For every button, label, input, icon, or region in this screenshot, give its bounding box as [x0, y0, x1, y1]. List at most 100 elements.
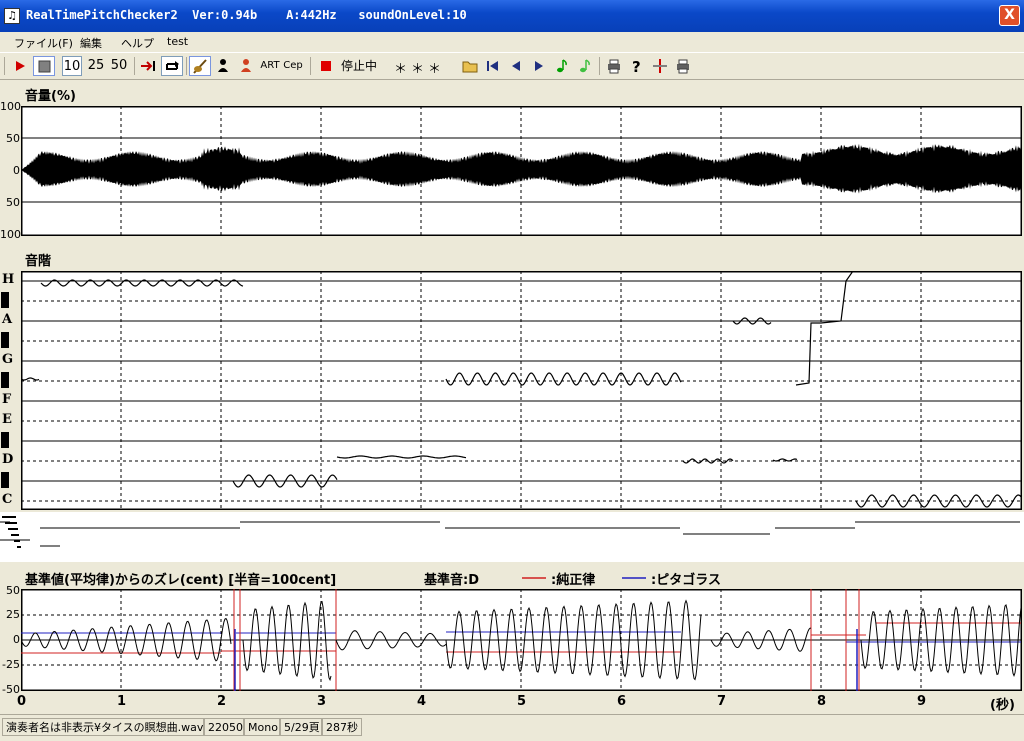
record-icon	[321, 61, 331, 71]
time-label: 1	[117, 694, 127, 709]
violin-icon	[193, 59, 207, 74]
toolbar-separator	[186, 57, 187, 75]
folder-icon	[462, 61, 478, 73]
volume-plot	[21, 106, 1022, 236]
singer-alt-button[interactable]	[236, 56, 256, 76]
strip-mark	[17, 546, 21, 548]
time-label: 0	[17, 694, 27, 709]
violin-button[interactable]	[189, 56, 211, 76]
note-detail-strip	[0, 512, 1024, 562]
play-icon	[16, 61, 25, 71]
time-label: 2	[217, 694, 227, 709]
toolbar: 10 25 50 ART Cep 停止中 ＊＊＊ ?	[0, 53, 1024, 80]
volume-ylabel: 100	[0, 100, 21, 113]
art-button[interactable]: ART	[259, 56, 281, 76]
time-label: 4	[417, 694, 427, 709]
base-note: 基準音:D	[424, 573, 479, 588]
pitch-trace	[336, 455, 467, 459]
music-note-alt-icon	[580, 59, 590, 73]
jump-end-icon	[141, 61, 155, 71]
time-label: 9	[917, 694, 927, 709]
pitch-trace	[795, 271, 854, 386]
status-channels: Mono	[244, 718, 280, 736]
menu-help[interactable]: ヘルプ	[121, 35, 154, 51]
singer-button[interactable]	[213, 56, 233, 76]
title-bar: ♫ RealTimePitchChecker2 Ver:0.94b A:442H…	[0, 0, 1024, 32]
toolbar-separator	[310, 57, 311, 75]
speed-10-button[interactable]: 10	[62, 56, 82, 76]
pitch-trace	[21, 377, 40, 381]
pitch-readout: ＊＊＊	[394, 62, 446, 77]
stop-icon	[38, 60, 51, 73]
loop-button[interactable]	[161, 56, 183, 76]
question-icon: ?	[632, 58, 641, 76]
legend-pyth-label: :ピタゴラス	[651, 573, 721, 588]
skip-first-icon	[487, 61, 498, 71]
time-label: 5	[517, 694, 527, 709]
status-filename: 演奏者名は非表示¥タイスの瞑想曲.wav	[2, 718, 204, 736]
strip-mark	[11, 534, 19, 536]
strip-mark	[2, 516, 16, 518]
speed-50-button[interactable]: 50	[108, 56, 130, 76]
note-green-button[interactable]	[552, 56, 572, 76]
person-icon	[218, 59, 228, 72]
next-icon	[535, 61, 543, 71]
deviation-trace	[242, 600, 332, 682]
stop-button[interactable]	[33, 56, 55, 76]
cep-button[interactable]: Cep	[282, 56, 304, 76]
legend-just-label: :純正律	[551, 573, 596, 588]
record-stop-button[interactable]	[316, 56, 336, 76]
strip-mark	[5, 522, 17, 524]
status-page: 5/29頁	[280, 718, 322, 736]
scale-plot	[21, 271, 1022, 510]
status-duration: 287秒	[322, 718, 362, 736]
help-button[interactable]: ?	[627, 56, 647, 76]
menu-bar: ファイル(F) 編集 ヘルプ test	[0, 32, 1024, 53]
deviation-plot	[21, 589, 1022, 691]
jump-end-button[interactable]	[138, 56, 158, 76]
loop-icon	[166, 61, 179, 70]
open-folder-button[interactable]	[460, 56, 480, 76]
crosshair-icon	[653, 59, 667, 73]
time-label: 8	[817, 694, 827, 709]
pitch-trace	[445, 372, 682, 386]
deviation-ylabel: 0	[13, 633, 20, 646]
scale-title: 音階	[25, 254, 52, 269]
status-samplerate: 22050	[204, 718, 244, 736]
menu-test[interactable]: test	[167, 35, 188, 48]
print-setup-button[interactable]	[673, 56, 693, 76]
deviation-title: 基準値(平均律)からのズレ(cent) [半音=100cent]	[25, 573, 337, 588]
window-title: RealTimePitchChecker2 Ver:0.94b A:442Hz …	[26, 8, 467, 22]
music-note-icon	[557, 59, 567, 73]
strip-mark	[14, 540, 20, 542]
menu-file[interactable]: ファイル(F)	[14, 35, 73, 51]
time-label: 3	[317, 694, 327, 709]
status-text: 停止中	[340, 59, 377, 73]
volume-ylabel: 50	[6, 132, 20, 145]
strip-mark	[8, 528, 18, 530]
speed-25-button[interactable]: 25	[85, 56, 107, 76]
status-bar: 演奏者名は非表示¥タイスの瞑想曲.wav 22050 Mono 5/29頁 28…	[0, 714, 1024, 741]
next-page-button[interactable]	[529, 56, 549, 76]
close-button[interactable]: X	[999, 5, 1020, 26]
toolbar-grip	[4, 57, 5, 75]
volume-ylabel: 0	[13, 164, 20, 177]
print-button[interactable]	[604, 56, 624, 76]
marker-button[interactable]	[650, 56, 670, 76]
time-label: 7	[717, 694, 727, 709]
person-red-icon	[241, 59, 251, 72]
deviation-ylabel: 25	[6, 608, 20, 621]
menu-edit[interactable]: 編集	[80, 35, 102, 51]
deviation-ylabel: 50	[6, 584, 20, 597]
play-button[interactable]	[10, 56, 30, 76]
toolbar-separator	[134, 57, 135, 75]
legend-pyth-swatch	[622, 577, 646, 579]
first-page-button[interactable]	[483, 56, 503, 76]
time-label: 6	[617, 694, 627, 709]
volume-ylabel: 100	[0, 228, 21, 241]
svg-text:?: ?	[632, 58, 641, 76]
toolbar-separator	[599, 57, 600, 75]
note-light-button[interactable]	[575, 56, 595, 76]
deviation-ylabel: -25	[2, 658, 20, 671]
prev-page-button[interactable]	[506, 56, 526, 76]
